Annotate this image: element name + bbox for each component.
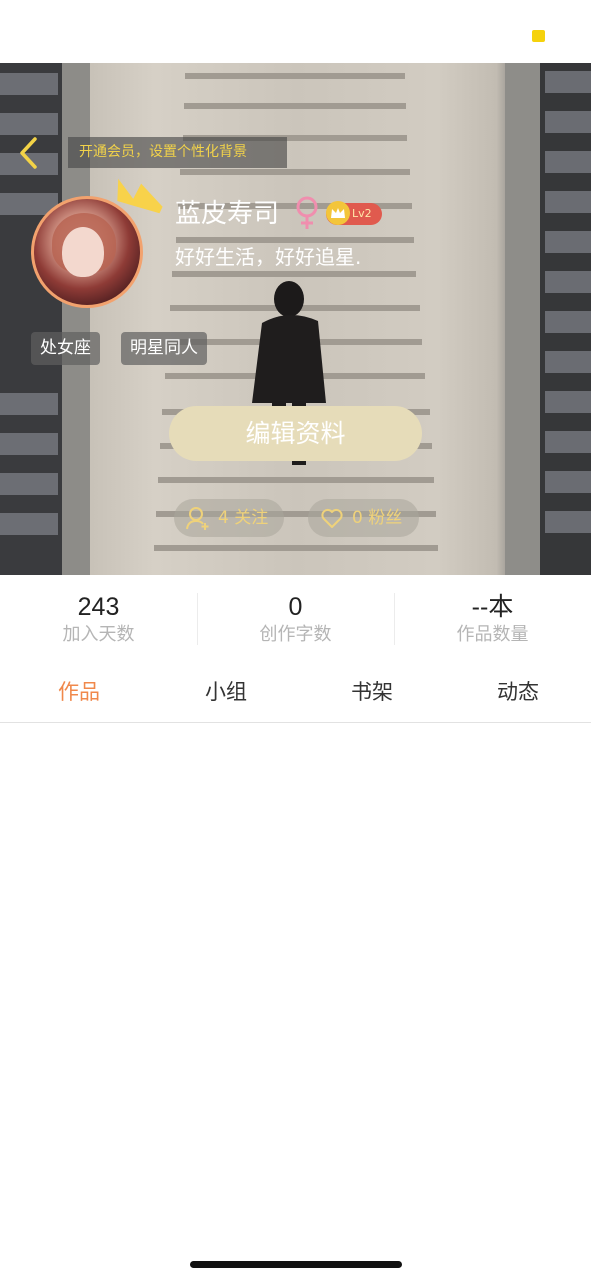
stat-join-days: 243 加入天数 <box>0 591 197 647</box>
fans-button[interactable]: 0 粉丝 <box>308 499 419 537</box>
fans-count: 0 粉丝 <box>352 508 403 528</box>
tag-interest[interactable]: 明星同人 <box>121 332 207 365</box>
avatar-face <box>62 227 104 277</box>
tab-bookshelf[interactable]: 书架 <box>298 663 446 723</box>
add-user-icon <box>186 506 210 530</box>
home-indicator[interactable] <box>190 1261 402 1268</box>
username: 蓝皮寿司 <box>175 199 280 229</box>
back-button[interactable] <box>10 133 46 173</box>
tag-zodiac[interactable]: 处女座 <box>31 332 100 365</box>
status-indicator <box>532 30 545 42</box>
avatar[interactable] <box>31 196 143 308</box>
tab-works[interactable]: 作品 <box>5 663 153 723</box>
stat-label: 创作字数 <box>259 624 332 645</box>
stat-label: 加入天数 <box>62 624 135 645</box>
female-icon <box>296 196 318 229</box>
user-signature: 好好生活，好好追星. <box>175 245 362 269</box>
following-button[interactable]: 4 关注 <box>174 499 284 537</box>
stat-works-count: --本 作品数量 <box>394 591 591 647</box>
level-crown-icon <box>326 201 350 225</box>
status-bar <box>0 0 591 63</box>
stat-value: 243 <box>77 593 120 621</box>
heart-icon <box>320 506 344 530</box>
chevron-left-icon <box>20 137 37 169</box>
stat-value: --本 <box>471 593 514 621</box>
tab-activity[interactable]: 动态 <box>444 663 591 723</box>
stat-value: 0 <box>288 593 303 621</box>
edit-profile-button[interactable]: 编辑资料 <box>169 406 422 461</box>
stats-bar: 243 加入天数 0 创作字数 --本 作品数量 <box>0 575 591 655</box>
stat-label: 作品数量 <box>456 624 529 645</box>
tab-groups[interactable]: 小组 <box>152 663 300 723</box>
stat-word-count: 0 创作字数 <box>197 591 394 647</box>
profile-tabs: 作品 小组 书架 动态 <box>0 663 591 723</box>
vip-background-banner[interactable]: 开通会员，设置个性化背景 <box>68 137 287 168</box>
following-count: 4 关注 <box>218 508 269 528</box>
level-label: Lv2 <box>352 207 372 220</box>
